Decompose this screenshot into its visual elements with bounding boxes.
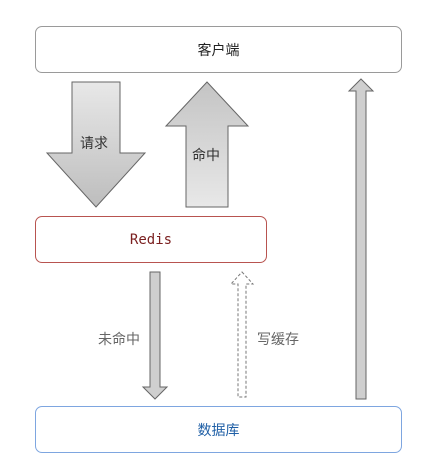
hit-label: 命中	[192, 148, 220, 164]
write-cache-arrow	[229, 271, 255, 398]
miss-label: 未命中	[98, 332, 140, 348]
request-label: 请求	[80, 136, 108, 152]
miss-arrow	[141, 271, 169, 400]
db-to-client-arrow	[347, 78, 375, 400]
write-cache-label: 写缓存	[257, 332, 299, 348]
arrows-layer	[45, 78, 375, 400]
